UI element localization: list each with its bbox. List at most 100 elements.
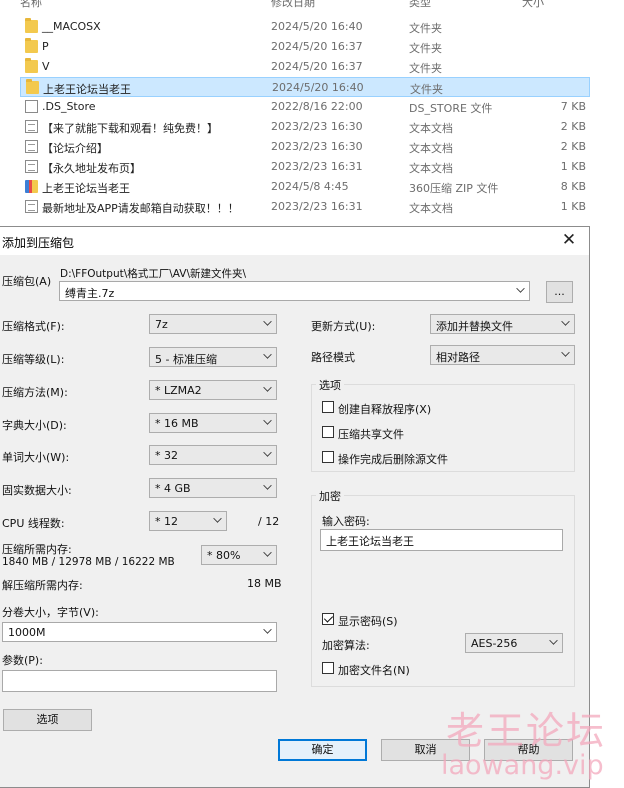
delete-after-checkbox[interactable] — [322, 451, 334, 463]
file-date: 2022/8/16 22:00 — [271, 100, 363, 113]
browse-button[interactable]: ... — [546, 281, 573, 303]
close-icon[interactable]: ✕ — [559, 230, 579, 250]
text-file-icon — [25, 200, 38, 213]
solid-select[interactable]: * 4 GB — [149, 478, 277, 498]
watermark-logo: 老王论坛 — [446, 709, 607, 753]
file-row[interactable]: 【来了就能下载和观看！纯免费！】 2023/2/23 16:30 文本文档 2 KB — [20, 117, 590, 137]
password-input[interactable]: 上老王论坛当老王 — [320, 529, 563, 551]
method-label: 压缩方法(M): — [2, 386, 68, 399]
file-type: 文件夹 — [409, 22, 442, 35]
encrypt-names-checkbox[interactable] — [322, 662, 334, 674]
file-date: 2023/2/23 16:31 — [271, 160, 363, 173]
threads-value: * 12 — [155, 515, 178, 528]
file-date: 2024/5/20 16:40 — [271, 20, 363, 33]
text-file-icon — [25, 120, 38, 133]
file-type: 文本文档 — [409, 142, 453, 155]
volume-size-value: 1000M — [8, 626, 46, 639]
shared-files-checkbox[interactable] — [322, 426, 334, 438]
file-row[interactable]: 上老王论坛当老王 2024/5/8 4:45 360压缩 ZIP 文件 8 KB — [20, 177, 590, 197]
chevron-down-icon — [213, 514, 222, 523]
path-mode-select[interactable]: 相对路径 — [430, 345, 575, 365]
chevron-down-icon — [263, 317, 272, 326]
method-value: * LZMA2 — [155, 384, 202, 397]
column-header-date[interactable]: 修改日期 — [271, 0, 315, 9]
level-select[interactable]: 5 - 标准压缩 — [149, 347, 277, 367]
file-row[interactable]: 上老王论坛当老王 2024/5/20 16:40 文件夹 — [20, 77, 590, 97]
file-date: 2024/5/20 16:40 — [272, 81, 364, 94]
file-type: 文件夹 — [409, 42, 442, 55]
column-header-type[interactable]: 类型 — [409, 0, 431, 9]
delete-after-label: 操作完成后删除源文件 — [338, 453, 448, 466]
file-size: 1 KB — [560, 160, 586, 173]
show-password-checkbox[interactable] — [322, 613, 334, 625]
dict-label: 字典大小(D): — [2, 419, 67, 432]
threads-select[interactable]: * 12 — [149, 511, 227, 531]
update-mode-select[interactable]: 添加并替换文件 — [430, 314, 575, 334]
params-input[interactable] — [2, 670, 277, 692]
archive-name-combo[interactable]: 缚青主.7z — [59, 281, 530, 301]
dialog-title: 添加到压缩包 — [2, 236, 75, 250]
encryption-method-label: 加密算法: — [322, 639, 370, 652]
chevron-down-icon — [561, 348, 570, 357]
file-name: 最新地址及APP请发邮箱自动获取！！！ — [42, 202, 239, 215]
chevron-down-icon — [263, 548, 272, 557]
file-row[interactable]: 最新地址及APP请发邮箱自动获取！！！ 2023/2/23 16:31 文本文档 1 … — [20, 197, 590, 217]
method-select[interactable]: * LZMA2 — [149, 380, 277, 400]
file-name: 【论坛介绍】 — [42, 142, 108, 155]
dialog-titlebar: 添加到压缩包 ✕ — [0, 227, 589, 255]
sfx-label: 创建自释放程序(X) — [338, 403, 432, 416]
zip-file-icon — [25, 180, 38, 193]
screen: 名称 修改日期 类型 大小 __MACOSX 2024/5/20 16:40 文件夹… — [0, 0, 624, 788]
file-row[interactable]: .DS_Store 2022/8/16 22:00 DS_STORE 文件 7 KB — [20, 97, 590, 117]
dict-select[interactable]: * 16 MB — [149, 413, 277, 433]
file-row[interactable]: __MACOSX 2024/5/20 16:40 文件夹 — [20, 17, 590, 37]
chevron-down-icon — [549, 636, 558, 645]
volume-size-combo[interactable]: 1000M — [2, 622, 277, 642]
encryption-method-select[interactable]: AES-256 — [465, 633, 563, 653]
column-header-size[interactable]: 大小 — [522, 0, 544, 9]
threads-label: CPU 线程数: — [2, 517, 65, 530]
update-mode-label: 更新方式(U): — [311, 320, 376, 333]
chevron-down-icon — [263, 416, 272, 425]
format-select[interactable]: 7z — [149, 314, 277, 334]
file-row[interactable]: V 2024/5/20 16:37 文件夹 — [20, 57, 590, 77]
file-name: 上老王论坛当老王 — [42, 182, 130, 195]
sfx-checkbox[interactable] — [322, 401, 334, 413]
options-button[interactable]: 选项 — [3, 709, 92, 731]
memory-detail: 1840 MB / 12978 MB / 16222 MB — [2, 556, 175, 568]
file-row[interactable]: 【永久地址发布页】 2023/2/23 16:31 文本文档 1 KB — [20, 157, 590, 177]
volume-label: 分卷大小，字节(V): — [2, 606, 99, 619]
format-label: 压缩格式(F): — [2, 320, 65, 333]
file-type: 文件夹 — [409, 62, 442, 75]
solid-value: * 4 GB — [155, 482, 191, 495]
file-name: .DS_Store — [42, 100, 96, 113]
archive-label: 压缩包(A) — [2, 275, 52, 288]
password-value: 上老王论坛当老王 — [326, 535, 414, 548]
file-row[interactable]: 【论坛介绍】 2023/2/23 16:30 文本文档 2 KB — [20, 137, 590, 157]
file-type: DS_STORE 文件 — [409, 102, 493, 115]
folder-icon — [25, 58, 38, 73]
file-row[interactable]: P 2024/5/20 16:37 文件夹 — [20, 37, 590, 57]
file-size: 8 KB — [560, 180, 586, 193]
folder-icon — [25, 38, 38, 53]
show-password-label: 显示密码(S) — [338, 615, 398, 628]
format-value: 7z — [155, 318, 168, 331]
file-type: 文本文档 — [409, 202, 453, 215]
file-size: 7 KB — [560, 100, 586, 113]
decompress-memory-label: 解压缩所需内存: — [2, 579, 83, 592]
encrypt-names-label: 加密文件名(N) — [338, 664, 410, 677]
file-name: __MACOSX — [42, 20, 101, 33]
path-mode-label: 路径模式 — [311, 351, 355, 364]
file-type: 360压缩 ZIP 文件 — [409, 182, 499, 195]
watermark-url: laowang.vip — [441, 750, 604, 781]
column-header-name[interactable]: 名称 — [20, 0, 42, 9]
encryption-method-value: AES-256 — [471, 637, 518, 650]
file-date: 2024/5/20 16:37 — [271, 40, 363, 53]
chevron-down-icon — [263, 448, 272, 457]
word-select[interactable]: * 32 — [149, 445, 277, 465]
memory-percent-select[interactable]: * 80% — [201, 545, 277, 565]
file-size: 2 KB — [560, 120, 586, 133]
level-value: 5 - 标准压缩 — [155, 353, 217, 366]
ok-button[interactable]: 确定 — [278, 739, 367, 761]
options-group-title: 选项 — [316, 377, 344, 393]
